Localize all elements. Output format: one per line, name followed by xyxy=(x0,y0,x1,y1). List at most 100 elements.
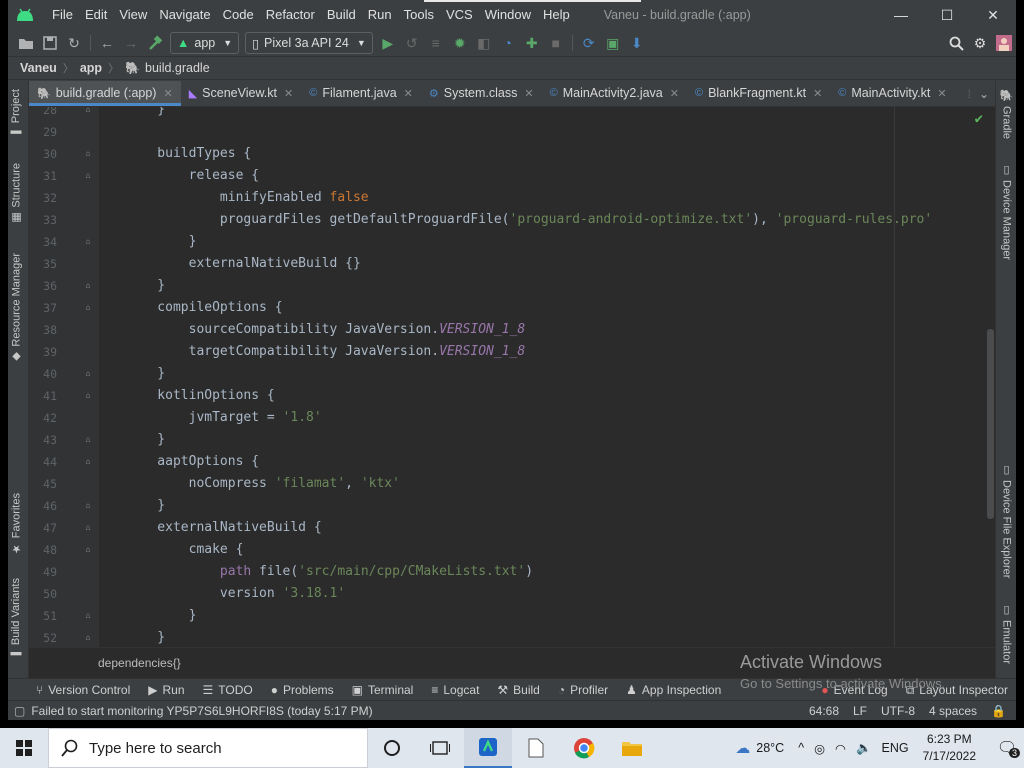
tool-version-control[interactable]: ⑂ Version Control xyxy=(36,683,130,697)
editor-tab-filament-java[interactable]: © Filament.java ✕ xyxy=(301,81,421,106)
lock-icon[interactable]: 🔒 xyxy=(991,704,1006,718)
menu-window[interactable]: Window xyxy=(479,0,537,30)
cortana-button[interactable] xyxy=(368,728,416,768)
code-line[interactable]: 48 ⌂ cmake { xyxy=(29,539,995,561)
code-line[interactable]: 49 path file('src/main/cpp/CMakeLists.tx… xyxy=(29,561,995,583)
code-line[interactable]: 52 ⌂ } xyxy=(29,627,995,647)
editor-tab-blankfragment-kt[interactable]: © BlankFragment.kt ✕ xyxy=(687,81,830,106)
code-line[interactable]: 40 ⌂ } xyxy=(29,363,995,385)
menu-help[interactable]: Help xyxy=(537,0,576,30)
gear-icon[interactable]: ⚙ xyxy=(968,32,992,54)
wifi-icon[interactable]: ◠ xyxy=(835,741,846,756)
code-line[interactable]: 38 sourceCompatibility JavaVersion.VERSI… xyxy=(29,319,995,341)
code-line[interactable]: 50 version '3.18.1' xyxy=(29,583,995,605)
tool-profiler[interactable]: ◔ Profiler xyxy=(558,683,608,697)
menu-vcs[interactable]: VCS xyxy=(440,0,479,30)
tool-terminal[interactable]: ▣ Terminal xyxy=(352,683,414,697)
code-line[interactable]: 43 ⌂ } xyxy=(29,429,995,451)
back-arrow-icon[interactable]: ← xyxy=(95,32,119,54)
fold-marker-icon[interactable]: ⌂ xyxy=(83,429,93,451)
breadcrumb-module[interactable]: app xyxy=(80,61,102,75)
fold-marker-icon[interactable]: ⌂ xyxy=(83,495,93,517)
vertical-scrollbar[interactable] xyxy=(987,329,994,519)
code-line[interactable]: 46 ⌂ } xyxy=(29,495,995,517)
tool-build[interactable]: ⚒ Build xyxy=(497,683,539,697)
close-tab-icon[interactable]: ✕ xyxy=(163,87,172,100)
maximize-button[interactable]: ☐ xyxy=(924,0,970,30)
tool-logcat[interactable]: ≡ Logcat xyxy=(431,683,479,697)
minimize-button[interactable]: — xyxy=(878,0,924,30)
tool-tab-device-file-explorer[interactable]: ▯ Device File Explorer xyxy=(1000,463,1013,578)
close-button[interactable]: ✕ xyxy=(970,0,1016,30)
tool-tab-device-manager[interactable]: ▯ Device Manager xyxy=(1000,163,1013,260)
fold-marker-icon[interactable]: ⌂ xyxy=(83,107,93,121)
tool-tab-project[interactable]: ▬ Project xyxy=(10,89,22,139)
fold-marker-icon[interactable]: ⌂ xyxy=(83,451,93,473)
tool-tab-gradle[interactable]: 🐘 Gradle xyxy=(1000,89,1013,139)
device-manager-icon[interactable]: ▣ xyxy=(601,32,625,54)
clock[interactable]: 6:23 PM 7/17/2022 xyxy=(923,731,976,765)
taskbar-file-app[interactable] xyxy=(512,728,560,768)
menu-run[interactable]: Run xyxy=(362,0,398,30)
fold-marker-icon[interactable]: ⌂ xyxy=(83,165,93,187)
code-line[interactable]: 33 proguardFiles getDefaultProguardFile(… xyxy=(29,209,995,231)
indent-setting[interactable]: 4 spaces xyxy=(929,704,977,718)
fold-marker-icon[interactable]: ⌂ xyxy=(83,231,93,253)
make-project-hammer-icon[interactable] xyxy=(143,32,167,54)
line-separator[interactable]: LF xyxy=(853,704,867,718)
code-line[interactable]: 41 ⌂ kotlinOptions { xyxy=(29,385,995,407)
close-tab-icon[interactable]: ✕ xyxy=(670,87,679,100)
apply-code-changes-icon[interactable]: ≡ xyxy=(424,32,448,54)
tool-run[interactable]: ▶ Run xyxy=(148,683,184,697)
taskbar-file-explorer[interactable] xyxy=(608,728,656,768)
code-line[interactable]: 44 ⌂ aaptOptions { xyxy=(29,451,995,473)
fold-marker-icon[interactable]: ⌂ xyxy=(83,627,93,647)
apply-changes-icon[interactable]: ↺ xyxy=(400,32,424,54)
open-folder-icon[interactable] xyxy=(14,32,38,54)
menu-tools[interactable]: Tools xyxy=(398,0,440,30)
file-encoding[interactable]: UTF-8 xyxy=(881,704,915,718)
fold-marker-icon[interactable]: ⌂ xyxy=(83,297,93,319)
code-line[interactable]: 32 minifyEnabled false xyxy=(29,187,995,209)
editor-breadcrumb[interactable]: dependencies{} xyxy=(98,656,181,670)
menu-view[interactable]: View xyxy=(113,0,153,30)
taskbar-chrome[interactable] xyxy=(560,728,608,768)
search-icon[interactable] xyxy=(944,32,968,54)
weather-temp[interactable]: 28°C xyxy=(756,741,784,755)
fold-marker-icon[interactable]: ⌂ xyxy=(83,539,93,561)
tool-tab-emulator[interactable]: ▯ Emulator xyxy=(1000,603,1013,664)
taskbar-search[interactable]: Type here to search xyxy=(48,728,368,768)
fold-marker-icon[interactable]: ⌂ xyxy=(83,605,93,627)
chevron-down-icon[interactable]: ⌄ xyxy=(979,87,989,101)
menu-code[interactable]: Code xyxy=(217,0,260,30)
close-tab-icon[interactable]: ✕ xyxy=(524,87,533,100)
taskbar-android-studio[interactable] xyxy=(464,728,512,768)
code-line[interactable]: 29 xyxy=(29,121,995,143)
sync-icon[interactable]: ↻ xyxy=(62,32,86,54)
sdk-manager-icon[interactable]: ⬇ xyxy=(625,32,649,54)
forward-arrow-icon[interactable]: → xyxy=(119,32,143,54)
code-line[interactable]: 47 ⌂ externalNativeBuild { xyxy=(29,517,995,539)
code-line[interactable]: 34 ⌂ } xyxy=(29,231,995,253)
chevron-up-icon[interactable]: ^ xyxy=(798,741,804,755)
code-line[interactable]: 51 ⌂ } xyxy=(29,605,995,627)
run-tests-icon[interactable]: ✚ xyxy=(520,32,544,54)
menu-refactor[interactable]: Refactor xyxy=(260,0,321,30)
menu-navigate[interactable]: Navigate xyxy=(153,0,216,30)
more-tabs-icon[interactable]: ⁞ xyxy=(968,87,971,101)
no-problems-check-icon[interactable]: ✔ xyxy=(975,111,983,127)
fold-marker-icon[interactable]: ⌂ xyxy=(83,363,93,385)
device-select[interactable]: ▯ Pixel 3a API 24 ▼ xyxy=(245,32,373,54)
run-config-select[interactable]: ▲ app ▼ xyxy=(170,32,240,54)
menu-edit[interactable]: Edit xyxy=(79,0,113,30)
weather-icon[interactable]: ☁ xyxy=(735,739,750,757)
code-line[interactable]: 39 targetCompatibility JavaVersion.VERSI… xyxy=(29,341,995,363)
tool-tab-favorites[interactable]: ★ Favorites xyxy=(10,493,24,555)
close-tab-icon[interactable]: ✕ xyxy=(404,87,413,100)
task-view-button[interactable] xyxy=(416,728,464,768)
run-icon[interactable]: ▶ xyxy=(376,32,400,54)
panel-toggle-icon[interactable]: ▢ xyxy=(14,704,25,718)
menu-build[interactable]: Build xyxy=(321,0,362,30)
status-message[interactable]: Failed to start monitoring YP5P7S6L9HORF… xyxy=(31,704,372,718)
editor-tab-build-gradle-app[interactable]: 🐘 build.gradle (:app) ✕ xyxy=(29,81,181,106)
